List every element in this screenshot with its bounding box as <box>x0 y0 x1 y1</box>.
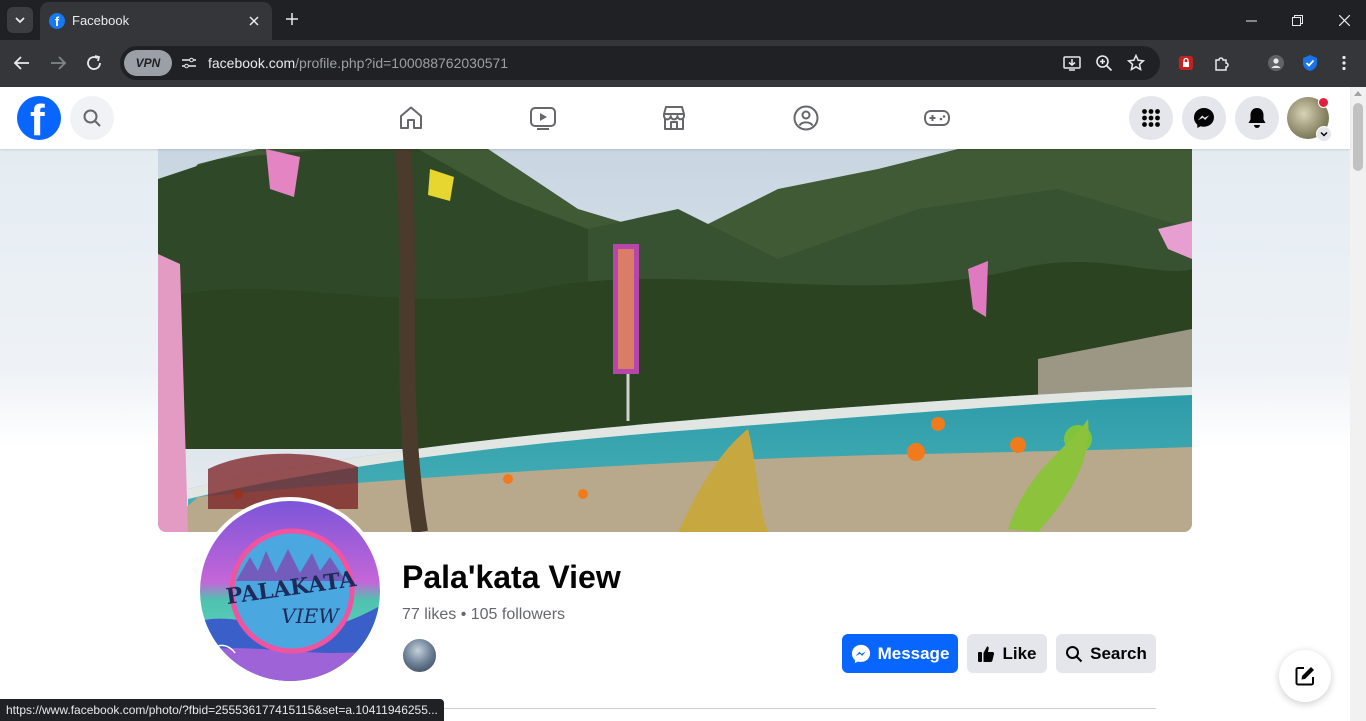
site-info-button[interactable] <box>178 52 200 74</box>
star-icon <box>1127 54 1145 72</box>
chevron-down-icon <box>1320 131 1328 137</box>
nav-gaming[interactable] <box>921 102 953 134</box>
facebook-top-nav: f <box>0 87 1350 149</box>
restore-button[interactable] <box>1287 10 1307 30</box>
facebook-search-button[interactable] <box>70 96 114 140</box>
url-path: /profile.php?id=100088762030571 <box>295 55 509 71</box>
page-title: Pala'kata View <box>402 559 621 595</box>
grid-menu-icon <box>1142 109 1160 127</box>
profile-button[interactable] <box>1265 52 1287 74</box>
notification-dot <box>1318 97 1329 108</box>
zoom-icon <box>1096 55 1113 72</box>
messenger-button[interactable] <box>1182 96 1226 140</box>
security-extension-button[interactable] <box>1299 52 1321 74</box>
account-menu-chevron[interactable] <box>1316 126 1332 142</box>
back-button[interactable] <box>11 52 33 74</box>
browser-tab-bar: f Facebook <box>0 0 1366 40</box>
groups-icon <box>793 105 819 131</box>
page-stats[interactable]: 77 likes • 105 followers <box>402 606 565 624</box>
search-icon <box>83 109 101 127</box>
install-app-button[interactable] <box>1062 53 1082 73</box>
extensions-button[interactable] <box>1211 52 1233 74</box>
ad-block-icon <box>1179 56 1193 70</box>
notifications-button[interactable] <box>1235 96 1279 140</box>
tune-icon <box>182 57 196 69</box>
arrow-left-icon <box>13 56 29 70</box>
restore-icon <box>1291 14 1303 26</box>
plus-icon <box>286 13 298 25</box>
search-button[interactable]: Search <box>1056 634 1156 673</box>
tab-title: Facebook <box>72 13 130 28</box>
page-scrollbar[interactable] <box>1350 87 1366 721</box>
logo-text-view: VIEW <box>281 604 340 628</box>
tab-search-button[interactable] <box>7 7 33 33</box>
like-button-label: Like <box>1002 643 1037 663</box>
compose-icon <box>1295 667 1314 686</box>
nav-groups[interactable] <box>790 102 822 134</box>
address-bar[interactable]: VPN facebook.com/profile.php?id=10008876… <box>120 46 1160 80</box>
facebook-logo-icon[interactable]: f <box>17 96 61 140</box>
url-host: facebook.com <box>208 55 296 71</box>
extension-red-button[interactable] <box>1175 52 1197 74</box>
bookmark-button[interactable] <box>1126 53 1146 73</box>
person-icon <box>1268 55 1284 71</box>
reload-button[interactable] <box>83 52 105 74</box>
minimize-button[interactable] <box>1241 10 1261 30</box>
close-icon <box>249 16 259 26</box>
marketplace-icon <box>663 106 685 130</box>
window-close-button[interactable] <box>1334 10 1354 30</box>
forward-button[interactable] <box>47 52 69 74</box>
gaming-icon <box>923 110 951 126</box>
scroll-up-arrow-icon[interactable] <box>1354 91 1362 96</box>
search-button-label: Search <box>1090 643 1147 663</box>
search-icon <box>1066 645 1083 662</box>
tab-close-button[interactable] <box>244 11 264 31</box>
new-message-button[interactable] <box>1279 650 1331 702</box>
arrow-right-icon <box>51 56 67 70</box>
nav-marketplace[interactable] <box>658 102 690 134</box>
puzzle-icon <box>1215 57 1229 71</box>
url-text[interactable]: facebook.com/profile.php?id=100088762030… <box>208 55 508 71</box>
message-button-label: Message <box>877 643 950 663</box>
close-icon <box>1338 14 1350 26</box>
minimize-icon <box>1245 20 1257 21</box>
profile-page: PALAKATA VIEW Pala'kata View 77 likes • … <box>0 149 1350 721</box>
browser-menu-button[interactable] <box>1333 52 1355 74</box>
cover-photo[interactable] <box>158 149 1192 532</box>
facebook-favicon-icon: f <box>49 13 65 29</box>
chevron-down-icon <box>15 17 25 24</box>
reload-icon <box>87 55 101 70</box>
like-button[interactable]: Like <box>967 634 1047 673</box>
browser-toolbar: VPN facebook.com/profile.php?id=10008876… <box>0 40 1366 87</box>
video-icon <box>530 107 556 130</box>
home-icon <box>400 106 422 129</box>
menu-button[interactable] <box>1129 96 1173 140</box>
new-tab-button[interactable] <box>282 9 302 29</box>
more-vertical-icon <box>1342 55 1346 71</box>
thumbs-up-icon <box>978 646 995 662</box>
vpn-badge[interactable]: VPN <box>124 50 172 76</box>
nav-home[interactable] <box>395 102 427 134</box>
nav-video[interactable] <box>527 102 559 134</box>
shield-check-icon <box>1303 55 1317 71</box>
cover-photo-image <box>158 149 1192 532</box>
zoom-button[interactable] <box>1094 53 1114 73</box>
bell-icon <box>1248 108 1266 128</box>
scroll-thumb[interactable] <box>1353 103 1363 171</box>
status-bar-url: https://www.facebook.com/photo/?fbid=255… <box>0 699 444 721</box>
follower-avatar[interactable] <box>402 638 437 673</box>
messenger-icon <box>851 644 870 663</box>
install-app-icon <box>1063 56 1081 71</box>
palakata-logo-image: PALAKATA VIEW <box>200 501 380 681</box>
messenger-icon <box>1194 108 1214 128</box>
facebook-logo-letter: f <box>30 96 45 141</box>
profile-picture[interactable]: PALAKATA VIEW <box>196 497 384 685</box>
browser-tab-facebook[interactable]: f Facebook <box>40 2 272 40</box>
message-button[interactable]: Message <box>842 634 958 673</box>
